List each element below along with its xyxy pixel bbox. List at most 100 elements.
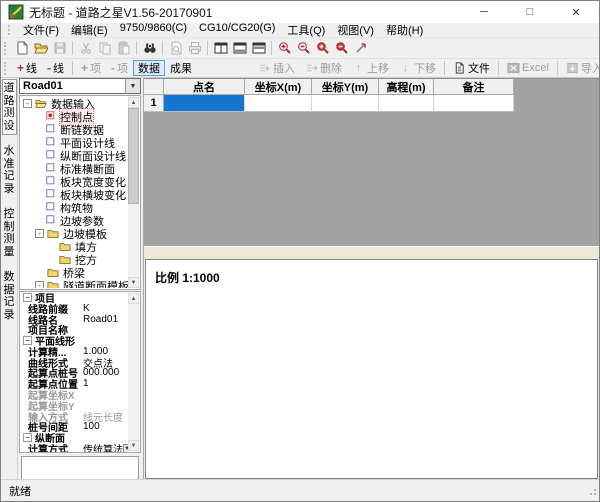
maximize-button[interactable]: □ [507,1,553,23]
zoom-in-solid-icon [316,41,330,55]
side-tab-road-survey[interactable]: 道路测设 [2,79,17,135]
table-cell[interactable] [434,95,514,112]
tree-item-tunnel-section-template[interactable]: - 隧道断面模板 [21,279,128,288]
table-cell[interactable] [379,95,434,112]
pan-button[interactable] [351,39,370,57]
row-header-cell[interactable]: 1 [144,95,164,112]
toolbar-separator [162,41,163,55]
menu-help[interactable]: 帮助(H) [380,22,429,38]
property-value[interactable]: K [81,303,128,314]
table-cell[interactable] [164,95,245,112]
side-tab-data-record[interactable]: 数据记录 [2,268,17,324]
property-value[interactable]: 100 [81,421,128,432]
property-value[interactable]: 传统算法▼ [81,441,128,453]
box-icon [46,124,57,135]
property-scrollbar[interactable]: ▲ ▼ [128,293,139,451]
scroll-up-icon[interactable]: ▲ [128,97,139,108]
zoom-out-button[interactable] [294,39,313,57]
table-cell[interactable] [245,95,312,112]
close-button[interactable]: ✕ [553,1,599,23]
property-value[interactable]: 1 [81,378,128,389]
menu-cg10-cg20[interactable]: CG10/CG20(G) [193,22,281,38]
zoom-out-solid-button[interactable] [332,39,351,57]
side-tab-char: 制 [4,221,15,234]
window-top-button[interactable] [249,39,268,57]
zoom-in-icon [278,41,292,55]
cut-button [76,39,95,57]
tree-item-label: 隧道断面模板 [63,278,128,289]
window-bottom-button[interactable] [230,39,249,57]
delete-row-label: 删除 [320,60,342,76]
chevron-down-icon[interactable]: ▼ [125,79,140,93]
zoom-in-solid-button[interactable] [313,39,332,57]
scroll-down-icon[interactable]: ▼ [128,440,139,451]
tree-scrollbar[interactable]: ▲ ▼ [128,97,139,288]
insert-row-label: 插入 [273,60,295,76]
menu-calc-9750-9860[interactable]: 9750/9860(C) [114,22,193,38]
column-header-2[interactable]: 坐标X(m) [245,79,312,95]
side-tab-char: 路 [4,95,15,108]
minimize-button[interactable]: ─ [461,1,507,23]
resize-grip[interactable] [587,486,597,499]
folder-icon [58,241,72,253]
new-icon [15,41,29,55]
add-item-sign-icon: + [81,63,88,73]
move-down-label: 下移 [414,60,436,76]
status-bar: 就绪 [1,479,599,501]
side-tab-char: 记 [4,296,15,309]
zoom-out-solid-icon [335,41,349,55]
expand-collapse-icon[interactable]: - [23,99,32,108]
new-button[interactable] [12,39,31,57]
property-label: 计算方式 [21,441,81,453]
toolbar-separator [271,41,272,55]
property-value-text: 000.000 [83,367,119,378]
side-tab-level-record[interactable]: 水准记录 [2,142,17,198]
column-header-5[interactable]: 备注 [434,79,514,95]
data-view-button[interactable]: 数据 [133,60,165,76]
result-view-button[interactable]: 成果 [165,60,197,76]
move-down-button: ↓下移 [394,60,441,76]
delete-row-button: 删除 [300,60,347,76]
toolbar-separator [136,41,137,55]
table-cell[interactable] [312,95,379,112]
window-split-button[interactable] [211,39,230,57]
property-value[interactable]: Road01 [81,314,128,325]
scroll-down-icon[interactable]: ▼ [128,277,139,288]
property-value-text: 传统算法 [83,441,123,453]
paste-icon [117,41,131,55]
scrollbar-thumb[interactable] [128,108,139,204]
property-row-calc-method[interactable]: 计算方式传统算法▼ [21,443,128,453]
add-item-label: 项 [90,60,101,76]
box-icon [46,189,57,200]
expand-collapse-icon[interactable]: - [35,229,44,238]
side-tab-char: 水 [4,145,15,158]
find-button[interactable] [140,39,159,57]
road-selector[interactable]: Road01 ▼ [19,78,141,94]
menu-tools[interactable]: 工具(Q) [281,22,331,38]
expand-collapse-icon[interactable]: - [35,281,44,288]
toolbar-separator [498,61,499,75]
excel-icon [507,61,520,75]
print-icon [188,41,202,55]
menu-view[interactable]: 视图(V) [331,22,380,38]
add-line-button[interactable]: +线 [12,60,42,76]
open-button[interactable] [31,39,50,57]
property-value[interactable]: 000.000 [81,367,128,378]
window-split-icon [214,41,228,55]
scroll-up-icon[interactable]: ▲ [128,293,139,304]
panel-divider[interactable] [144,246,599,259]
toolbar-separator [557,61,558,75]
file-data-button[interactable]: 文件 [448,60,495,76]
column-header-3[interactable]: 坐标Y(m) [312,79,379,95]
side-tab-control-survey[interactable]: 控制测量 [2,205,17,261]
column-header-1[interactable]: 点名 [164,79,245,95]
plan-view-panel[interactable]: 比例 1:1000 [145,259,598,479]
menu-edit[interactable]: 编辑(E) [65,22,114,38]
column-header-4[interactable]: 高程(m) [379,79,434,95]
remove-line-button[interactable]: -线 [42,60,69,76]
file-data-label: 文件 [468,60,490,76]
import-button: 导入 [561,60,600,76]
zoom-in-button[interactable] [275,39,294,57]
menu-file[interactable]: 文件(F) [17,22,65,38]
box-icon [46,215,57,226]
